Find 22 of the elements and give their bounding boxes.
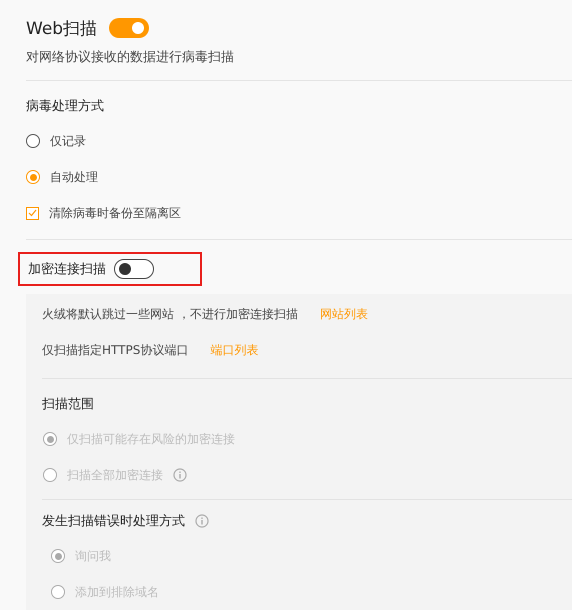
checkbox-label: 清除病毒时备份至隔离区 — [49, 204, 181, 222]
option-label: 仅记录 — [50, 132, 86, 150]
radio-button[interactable] — [26, 134, 40, 148]
option-label: 仅扫描可能存在风险的加密连接 — [67, 430, 235, 448]
section-title: Web扫描 — [26, 18, 98, 40]
option-label: 添加到排除域名 — [75, 584, 159, 600]
setting-text: 仅扫描指定HTTPS协议端口 — [42, 342, 188, 358]
toggle-switch[interactable] — [109, 18, 150, 38]
option-label: 询问我 — [75, 548, 111, 564]
group-heading: 病毒处理方式 — [26, 98, 105, 115]
group-heading: 发生扫描错误时处理方式 — [42, 513, 185, 530]
section-description: 对网络协议接收的数据进行病毒扫描 — [26, 49, 235, 66]
checkbox[interactable] — [26, 206, 39, 220]
section-title: 加密连接扫描 — [28, 261, 106, 278]
setting-text: 火绒将默认跳过一些网站 ，不进行加密连接扫描 — [42, 306, 298, 322]
group-heading: 扫描范围 — [42, 396, 94, 413]
option-label: 自动处理 — [50, 168, 98, 186]
option-label: 扫描全部加密连接 — [67, 466, 163, 484]
radio-button[interactable] — [26, 170, 40, 184]
list-link[interactable]: 网站列表 — [320, 306, 368, 322]
toggle-switch[interactable] — [114, 259, 154, 279]
list-link[interactable]: 端口列表 — [210, 342, 258, 358]
